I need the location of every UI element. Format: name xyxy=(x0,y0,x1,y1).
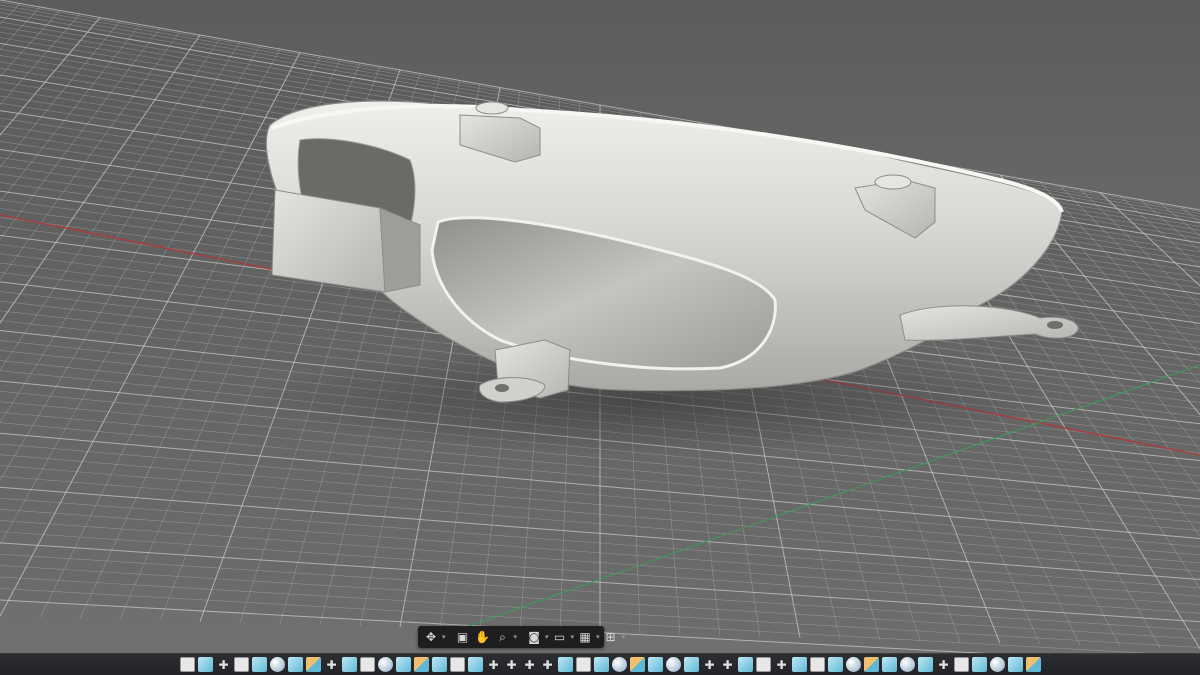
viewport-canvas[interactable] xyxy=(0,0,1200,675)
sheet-icon[interactable] xyxy=(756,657,771,672)
sheet-icon[interactable] xyxy=(576,657,591,672)
chevron-down-icon[interactable]: ▾ xyxy=(545,633,549,641)
visual-style-icon[interactable]: ▭ xyxy=(551,628,569,646)
top-boss-right-hole xyxy=(874,174,912,190)
box-icon[interactable] xyxy=(396,657,411,672)
move-icon[interactable]: ✚ xyxy=(216,657,231,672)
chevron-down-icon[interactable]: ▾ xyxy=(596,633,600,641)
sphere-icon[interactable] xyxy=(990,657,1005,672)
3d-viewport[interactable] xyxy=(0,0,1200,675)
sphere-icon[interactable] xyxy=(846,657,861,672)
box-icon[interactable] xyxy=(792,657,807,672)
sheet-icon[interactable] xyxy=(450,657,465,672)
move-icon[interactable]: ✚ xyxy=(774,657,789,672)
right-flange-hole xyxy=(1047,321,1063,329)
box-icon[interactable] xyxy=(972,657,987,672)
chevron-down-icon[interactable]: ▾ xyxy=(571,633,575,641)
box-icon[interactable] xyxy=(648,657,663,672)
sphere-icon[interactable] xyxy=(378,657,393,672)
box-icon[interactable] xyxy=(918,657,933,672)
combine-icon[interactable] xyxy=(630,657,645,672)
sheet-icon[interactable] xyxy=(360,657,375,672)
chevron-down-icon[interactable]: ▾ xyxy=(622,633,626,641)
bottom-flange-hole xyxy=(495,384,509,392)
box-icon[interactable] xyxy=(468,657,483,672)
box-icon[interactable] xyxy=(342,657,357,672)
box-icon[interactable] xyxy=(828,657,843,672)
box-icon[interactable] xyxy=(738,657,753,672)
zoom-icon[interactable]: ⌕ xyxy=(494,628,512,646)
box-icon[interactable] xyxy=(594,657,609,672)
box-icon[interactable] xyxy=(558,657,573,672)
viewports-icon[interactable]: ⊞ xyxy=(602,628,620,646)
sphere-icon[interactable] xyxy=(612,657,627,672)
display-mode-icon[interactable]: ◙ xyxy=(525,628,543,646)
navigation-bar: ✥ ▾ ▣ ✋ ⌕ ▾ ◙ ▾ ▭ ▾ ▦ ▾ ⊞ ▾ xyxy=(418,626,625,648)
pan-hand-icon[interactable]: ✋ xyxy=(474,628,492,646)
sphere-icon[interactable] xyxy=(270,657,285,672)
box-icon[interactable] xyxy=(198,657,213,672)
move-icon[interactable]: ✚ xyxy=(540,657,555,672)
move-icon[interactable]: ✚ xyxy=(936,657,951,672)
combine-icon[interactable] xyxy=(414,657,429,672)
sheet-icon[interactable] xyxy=(234,657,249,672)
box-icon[interactable] xyxy=(882,657,897,672)
move-icon[interactable]: ✚ xyxy=(504,657,519,672)
chevron-down-icon[interactable]: ▾ xyxy=(514,633,518,641)
sphere-icon[interactable] xyxy=(900,657,915,672)
sketch-icon[interactable] xyxy=(180,657,195,672)
move-icon[interactable]: ✚ xyxy=(324,657,339,672)
move-icon[interactable]: ✚ xyxy=(702,657,717,672)
box-icon[interactable] xyxy=(1008,657,1023,672)
move-icon[interactable]: ✚ xyxy=(720,657,735,672)
orbit-icon[interactable]: ✥ xyxy=(422,628,440,646)
bottom-toolbar: ✚ ✚ ✚ ✚ ✚ ✚ ✚ ✚ ✚ ✚ xyxy=(0,653,1200,675)
sphere-icon[interactable] xyxy=(666,657,681,672)
chevron-down-icon[interactable]: ▾ xyxy=(442,633,446,641)
box-icon[interactable] xyxy=(432,657,447,672)
move-icon[interactable]: ✚ xyxy=(522,657,537,672)
top-boss-left-hole xyxy=(475,101,509,115)
look-at-icon[interactable]: ▣ xyxy=(454,628,472,646)
move-icon[interactable]: ✚ xyxy=(486,657,501,672)
combine-icon[interactable] xyxy=(864,657,879,672)
box-icon[interactable] xyxy=(252,657,267,672)
sheet-icon[interactable] xyxy=(954,657,969,672)
combine-icon[interactable] xyxy=(1026,657,1041,672)
grid-icon[interactable]: ▦ xyxy=(576,628,594,646)
box-icon[interactable] xyxy=(684,657,699,672)
sheet-icon[interactable] xyxy=(810,657,825,672)
box-icon[interactable] xyxy=(288,657,303,672)
combine-icon[interactable] xyxy=(306,657,321,672)
